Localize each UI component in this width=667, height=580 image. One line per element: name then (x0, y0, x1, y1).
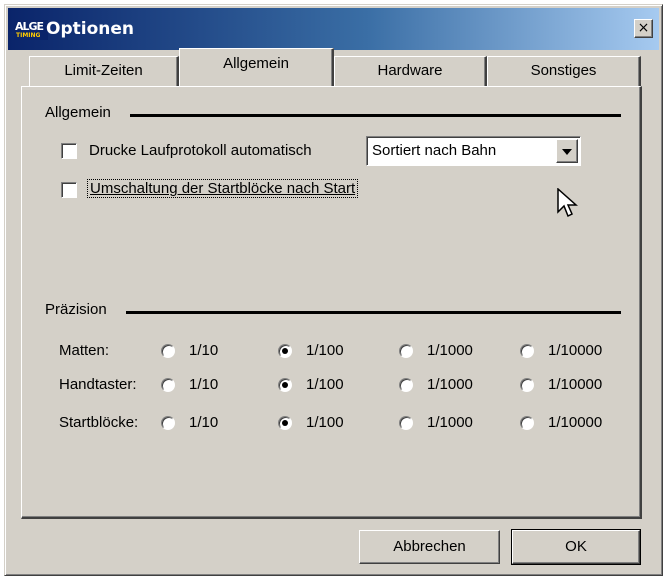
switch-blocks-label[interactable]: Umschaltung der Startblöcke nach Start (87, 179, 359, 198)
alge-logo: ALGE TIMING (14, 20, 48, 40)
sort-order-value: Sortiert nach Bahn (372, 142, 497, 159)
radio-handtaster-1-10[interactable] (161, 378, 175, 392)
title-bar[interactable]: ALGE TIMING Optionen (8, 8, 659, 50)
print-log-label[interactable]: Drucke Laufprotokoll automatisch (89, 142, 312, 159)
radio-label[interactable]: 1/10000 (548, 414, 602, 431)
precision-row-label: Startblöcke: (59, 414, 139, 431)
cancel-button-label: Abbrechen (393, 538, 466, 555)
radio-label[interactable]: 1/10 (189, 342, 218, 359)
mouse-pointer-icon (557, 188, 578, 218)
chevron-down-icon (562, 149, 572, 155)
tab-sonstiges[interactable]: Sonstiges (487, 56, 641, 86)
radio-handtaster-1-100[interactable] (278, 378, 292, 392)
radio-label[interactable]: 1/1000 (427, 342, 473, 359)
radio-matten-1-1000[interactable] (399, 344, 413, 358)
radio-matten-1-10[interactable] (161, 344, 175, 358)
radio-label[interactable]: 1/100 (306, 414, 344, 431)
switch-blocks-checkbox[interactable] (61, 182, 77, 198)
radio-startbloecke-1-10[interactable] (161, 416, 175, 430)
radio-matten-1-10000[interactable] (520, 344, 534, 358)
radio-label[interactable]: 1/100 (306, 376, 344, 393)
group-divider (130, 114, 621, 117)
radio-matten-1-100[interactable] (278, 344, 292, 358)
radio-label[interactable]: 1/1000 (427, 414, 473, 431)
tab-label: Hardware (377, 62, 443, 79)
ok-button-label: OK (565, 538, 587, 555)
precision-row-label: Matten: (59, 342, 110, 359)
precision-row-label: Handtaster: (59, 376, 137, 393)
dropdown-button[interactable] (556, 139, 578, 163)
radio-label[interactable]: 1/10000 (548, 376, 602, 393)
radio-startbloecke-1-100[interactable] (278, 416, 292, 430)
radio-label[interactable]: 1/10 (189, 376, 218, 393)
radio-label[interactable]: 1/100 (306, 342, 344, 359)
ok-button[interactable]: OK (511, 529, 641, 565)
tab-label: Limit-Zeiten (64, 62, 143, 79)
radio-label[interactable]: 1/1000 (427, 376, 473, 393)
window-title: Optionen (46, 19, 134, 39)
radio-startbloecke-1-10000[interactable] (520, 416, 534, 430)
close-button[interactable]: × (634, 19, 653, 38)
radio-label[interactable]: 1/10000 (548, 342, 602, 359)
logo-subtext: TIMING (16, 32, 41, 39)
tab-label: Allgemein (223, 55, 289, 72)
radio-handtaster-1-10000[interactable] (520, 378, 534, 392)
group-title-precision: Präzision (45, 301, 107, 318)
cancel-button[interactable]: Abbrechen (359, 530, 500, 564)
tab-hardware[interactable]: Hardware (334, 56, 487, 86)
radio-startbloecke-1-1000[interactable] (399, 416, 413, 430)
close-icon: × (637, 20, 650, 36)
sort-order-select[interactable]: Sortiert nach Bahn (366, 136, 581, 166)
radio-handtaster-1-1000[interactable] (399, 378, 413, 392)
group-divider (126, 311, 621, 314)
tab-label: Sonstiges (530, 62, 597, 79)
tab-limit-zeiten[interactable]: Limit-Zeiten (29, 56, 179, 86)
radio-label[interactable]: 1/10 (189, 414, 218, 431)
print-log-checkbox[interactable] (61, 143, 77, 159)
group-title-general: Allgemein (45, 104, 111, 121)
tab-allgemein[interactable]: Allgemein (179, 48, 334, 86)
